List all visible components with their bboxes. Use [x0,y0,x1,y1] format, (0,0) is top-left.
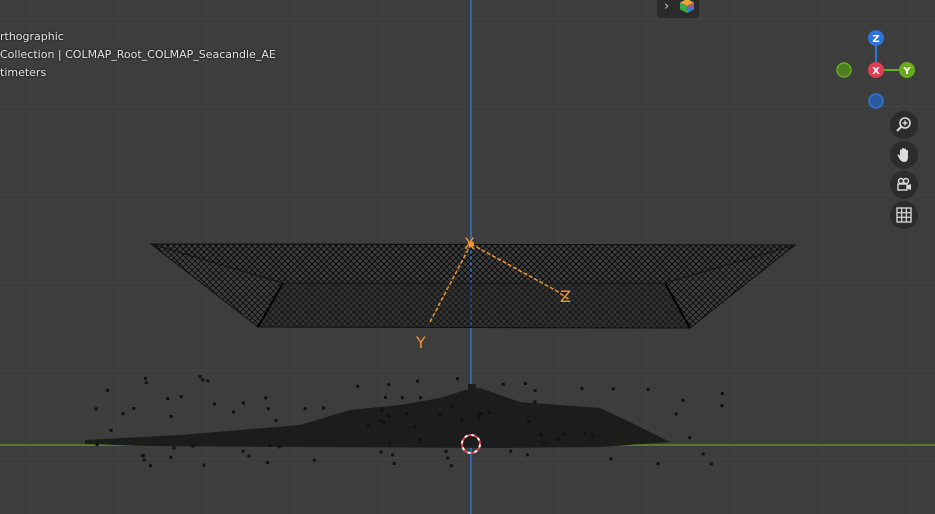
camera-icon [897,177,911,191]
cube-icon [680,0,694,13]
gizmo-neg-y[interactable] [836,62,852,78]
3d-viewport[interactable]: X Y Z Z Y X [0,0,935,514]
gizmo-x-label: X [872,66,880,77]
hand-icon [897,148,908,162]
zoom-icon [896,117,911,132]
ortho-toggle-button[interactable] [890,201,918,229]
header-toggle[interactable]: › [657,0,699,18]
view-mode-label: rthographic [0,30,64,43]
grid-icon [896,207,912,223]
camera-y-label: Y [415,333,426,352]
pan-button[interactable] [890,141,918,169]
camera-z-label: Z [560,287,571,306]
gizmo-neg-z[interactable] [868,93,884,109]
chevron-right-icon: › [664,0,670,14]
camera-frustum-wireframe[interactable] [149,243,797,329]
camera-x-label: X [464,234,475,253]
gizmo-z-label: Z [872,34,879,45]
camera-view-button[interactable] [890,171,918,199]
gizmo-y-label: Y [902,66,911,77]
zoom-button[interactable] [890,111,918,139]
collection-label: Collection | COLMAP_Root_COLMAP_Seacandl… [0,48,276,61]
units-label: timeters [0,66,47,79]
